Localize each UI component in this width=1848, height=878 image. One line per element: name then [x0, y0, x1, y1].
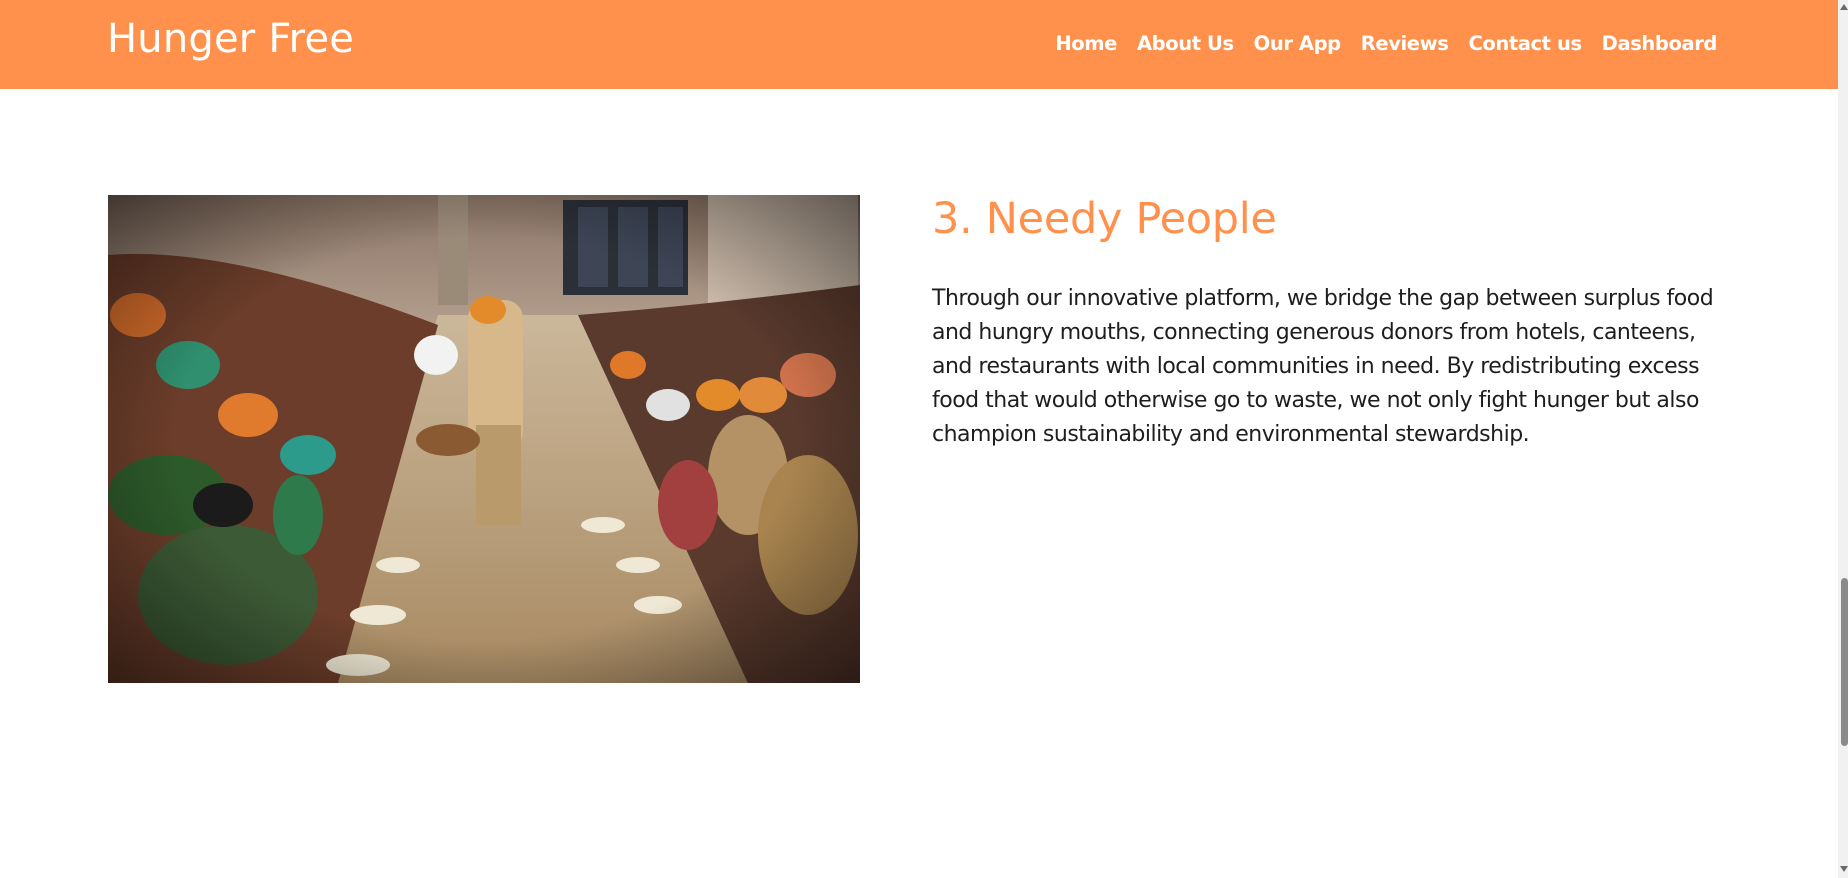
scrollbar-thumb[interactable] — [1841, 578, 1848, 746]
community-meal-photo — [108, 195, 860, 683]
nav-link-our-app[interactable]: Our App — [1254, 30, 1341, 58]
page: Hunger Free Home About Us Our App Review… — [0, 0, 1848, 878]
section-title: 3. Needy People — [932, 194, 1277, 244]
nav-link-about-us[interactable]: About Us — [1137, 30, 1234, 58]
navbar: Hunger Free Home About Us Our App Review… — [0, 0, 1838, 89]
scroll-down-icon[interactable] — [1840, 866, 1848, 872]
vertical-scrollbar[interactable] — [1838, 0, 1848, 878]
nav-link-contact-us[interactable]: Contact us — [1468, 30, 1582, 58]
brand-logo-text[interactable]: Hunger Free — [107, 14, 354, 64]
nav-link-dashboard[interactable]: Dashboard — [1602, 30, 1718, 58]
nav-link-reviews[interactable]: Reviews — [1361, 30, 1449, 58]
scroll-up-icon[interactable] — [1840, 4, 1848, 10]
main-nav: Home About Us Our App Reviews Contact us… — [1055, 30, 1717, 58]
nav-link-home[interactable]: Home — [1055, 30, 1117, 58]
section-description: Through our innovative platform, we brid… — [932, 286, 1714, 447]
